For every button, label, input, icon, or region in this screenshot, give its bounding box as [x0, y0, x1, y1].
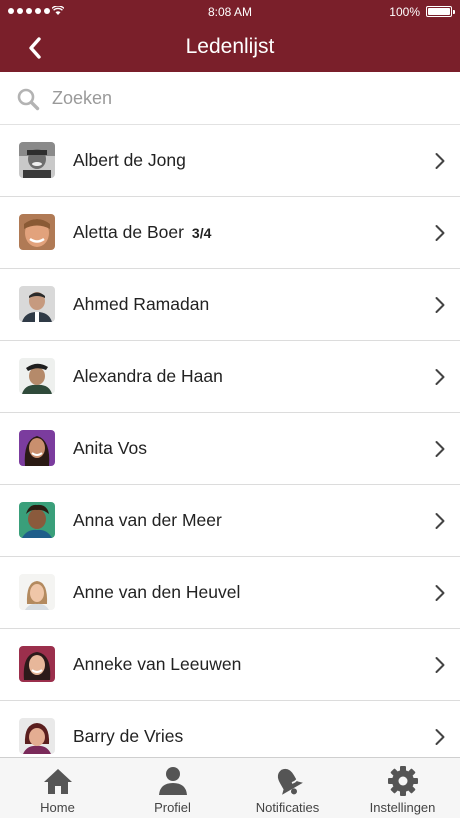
navigation-bar: Ledenlijst	[0, 24, 460, 72]
member-name-text: Albert de Jong	[73, 150, 186, 170]
tab-bar: Home Profiel Notificaties Instellingen	[0, 757, 460, 818]
tab-home-label: Home	[40, 800, 75, 815]
list-item[interactable]: Aletta de Boer 3/4	[0, 197, 460, 269]
list-item[interactable]: Alexandra de Haan	[0, 341, 460, 413]
search-icon	[17, 88, 40, 111]
member-name: Alexandra de Haan	[73, 366, 223, 387]
bell-icon	[277, 768, 303, 795]
avatar	[19, 646, 55, 682]
chevron-right-icon	[435, 297, 445, 313]
tab-settings[interactable]: Instellingen	[345, 758, 460, 818]
avatar	[19, 718, 55, 754]
chevron-right-icon	[435, 441, 445, 457]
member-name: Albert de Jong	[73, 150, 186, 171]
chevron-right-icon	[435, 657, 445, 673]
chevron-left-icon[interactable]	[20, 32, 52, 64]
avatar	[19, 502, 55, 538]
gear-icon	[387, 766, 418, 796]
member-badge: 3/4	[191, 225, 212, 241]
battery-percentage: 100%	[389, 5, 420, 19]
battery-icon	[426, 6, 455, 17]
member-name: Anneke van Leeuwen	[73, 654, 241, 675]
member-name-text: Anne van den Heuvel	[73, 582, 241, 602]
chevron-right-icon	[435, 729, 445, 745]
chevron-right-icon	[435, 225, 445, 241]
tab-settings-label: Instellingen	[369, 800, 436, 815]
member-name: Anne van den Heuvel	[73, 582, 240, 603]
tab-home[interactable]: Home	[0, 758, 115, 818]
avatar	[19, 430, 55, 466]
member-name-text: Ahmed Ramadan	[73, 294, 210, 314]
home-icon	[43, 769, 72, 794]
tab-profile-label: Profiel	[154, 800, 191, 815]
member-name-text: Anna van der Meer	[73, 510, 222, 530]
chevron-right-icon	[435, 369, 445, 385]
member-name-text: Aletta de Boer	[73, 222, 184, 242]
list-item[interactable]: Barry de Vries	[0, 701, 460, 757]
top-bar: 8:08 AM 100% Ledenlijst	[0, 0, 460, 72]
list-item[interactable]: Anne van den Heuvel	[0, 557, 460, 629]
member-name-text: Anita Vos	[73, 438, 147, 458]
avatar	[19, 214, 55, 250]
chevron-right-icon	[435, 153, 445, 169]
member-name: Aletta de Boer 3/4	[73, 222, 211, 243]
tab-notifications[interactable]: Notificaties	[230, 758, 345, 818]
member-name: Anita Vos	[73, 438, 147, 459]
tab-profile[interactable]: Profiel	[115, 758, 230, 818]
member-name-text: Barry de Vries	[73, 726, 184, 746]
member-name-text: Alexandra de Haan	[73, 366, 223, 386]
search-input[interactable]	[52, 80, 432, 116]
member-name: Barry de Vries	[73, 726, 183, 747]
member-name: Anna van der Meer	[73, 510, 222, 531]
chevron-right-icon	[435, 585, 445, 601]
avatar	[19, 142, 55, 178]
avatar	[19, 286, 55, 322]
avatar	[19, 574, 55, 610]
status-bar: 8:08 AM 100%	[0, 0, 460, 24]
tab-notifications-label: Notificaties	[255, 800, 320, 815]
list-item[interactable]: Albert de Jong	[0, 125, 460, 197]
member-name: Ahmed Ramadan	[73, 294, 209, 315]
user-icon	[158, 767, 187, 795]
chevron-right-icon	[435, 513, 445, 529]
avatar	[19, 358, 55, 394]
list-item[interactable]: Anneke van Leeuwen	[0, 629, 460, 701]
page-title: Ledenlijst	[185, 35, 275, 58]
search-bar	[0, 72, 460, 125]
list-item[interactable]: Ahmed Ramadan	[0, 269, 460, 341]
list-item[interactable]: Anna van der Meer	[0, 485, 460, 557]
member-name-text: Anneke van Leeuwen	[73, 654, 242, 674]
list-item[interactable]: Anita Vos	[0, 413, 460, 485]
member-list: Albert de Jong Aletta de Boer 3/4 Ahmed R…	[0, 125, 460, 757]
